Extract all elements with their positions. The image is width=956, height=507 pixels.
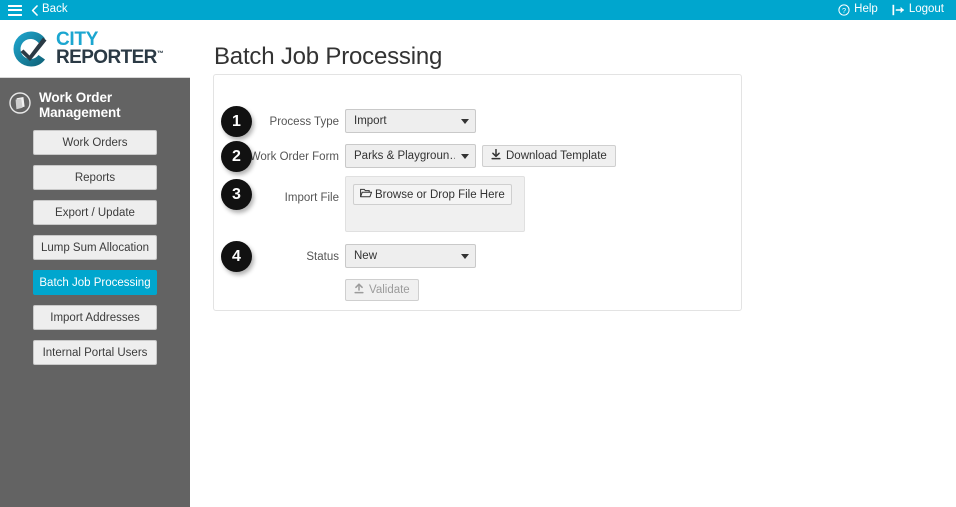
process-type-value: Import: [354, 115, 387, 127]
browse-file-label: Browse or Drop File Here: [375, 188, 505, 201]
brand-name-reporter: REPORTER™: [56, 46, 164, 68]
validate-label: Validate: [369, 284, 410, 296]
logout-button[interactable]: Logout: [892, 4, 944, 16]
batch-job-form-panel: 1 Process Type Import 2 Work Order Form …: [213, 74, 742, 311]
brand-wordmark: CITY REPORTER™: [56, 30, 164, 68]
upload-icon: [354, 283, 364, 297]
download-template-button[interactable]: Download Template: [482, 145, 616, 167]
work-order-form-select[interactable]: Parks & Playgroun…: [345, 144, 476, 168]
page-title: Batch Job Processing: [214, 43, 443, 70]
top-bar-left-group: Back: [8, 4, 68, 16]
download-template-label: Download Template: [506, 150, 607, 162]
hamburger-icon[interactable]: [8, 4, 22, 16]
sidebar-item-reports[interactable]: Reports: [33, 165, 157, 190]
sign-out-icon: [892, 4, 905, 16]
sidebar-nav: Work Orders Reports Export / Update Lump…: [0, 130, 190, 365]
validate-button[interactable]: Validate: [345, 279, 419, 301]
chevron-down-icon: [461, 253, 469, 259]
step-badge-3: 3: [221, 179, 252, 210]
trademark-symbol: ™: [156, 50, 164, 58]
import-file-label: Import File: [284, 192, 339, 204]
top-bar: Back ? Help Logout: [0, 0, 956, 20]
sidebar-item-batch-job-processing[interactable]: Batch Job Processing: [33, 270, 157, 295]
process-type-select[interactable]: Import: [345, 109, 476, 133]
help-label: Help: [854, 3, 878, 16]
chevron-down-icon: [461, 118, 469, 124]
sidebar-section-header: Work Order Management: [0, 78, 190, 130]
back-label: Back: [42, 3, 68, 16]
top-bar-right-group: ? Help Logout: [838, 4, 948, 16]
step-badge-2: 2: [221, 141, 252, 172]
folder-open-icon: [360, 188, 373, 201]
chevron-left-icon: [31, 4, 38, 16]
question-circle-icon: ?: [838, 4, 850, 16]
sidebar-item-import-addresses[interactable]: Import Addresses: [33, 305, 157, 330]
download-icon: [491, 148, 501, 163]
sidebar-item-internal-portal-users[interactable]: Internal Portal Users: [33, 340, 157, 365]
sidebar: CITY REPORTER™ Work Order Management Wor…: [0, 20, 190, 507]
status-value: New: [354, 250, 378, 262]
city-reporter-check-logo: [9, 29, 53, 69]
sidebar-section-title: Work Order Management: [39, 90, 121, 120]
process-type-label: Process Type: [269, 116, 339, 128]
brand-logo[interactable]: CITY REPORTER™: [0, 20, 190, 78]
step-badge-4: 4: [221, 241, 252, 272]
chevron-down-icon: [461, 153, 469, 159]
import-file-dropzone[interactable]: Browse or Drop File Here: [345, 176, 525, 232]
svg-text:?: ?: [842, 6, 846, 15]
step-badge-1: 1: [221, 106, 252, 137]
status-select[interactable]: New: [345, 244, 476, 268]
logout-label: Logout: [908, 3, 944, 16]
work-order-form-value: Parks & Playgroun…: [354, 150, 455, 162]
work-order-form-label: Work Order Form: [249, 151, 339, 163]
browse-file-button[interactable]: Browse or Drop File Here: [353, 184, 512, 205]
work-order-clipboard-icon: [9, 91, 31, 119]
sidebar-item-lump-sum-allocation[interactable]: Lump Sum Allocation: [33, 235, 157, 260]
back-button[interactable]: Back: [31, 4, 68, 16]
help-button[interactable]: ? Help: [838, 4, 878, 16]
status-label: Status: [306, 251, 339, 263]
main-content: Batch Job Processing 1 Process Type Impo…: [190, 20, 956, 507]
sidebar-item-export-update[interactable]: Export / Update: [33, 200, 157, 225]
sidebar-item-work-orders[interactable]: Work Orders: [33, 130, 157, 155]
